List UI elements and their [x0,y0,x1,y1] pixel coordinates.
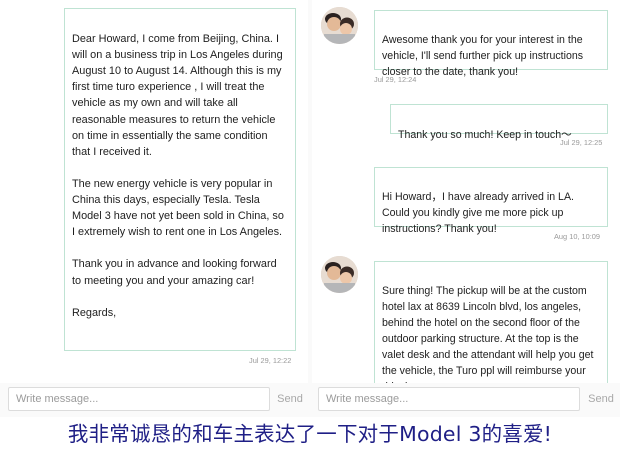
message-composer: Send [0,383,308,417]
message-input[interactable] [8,387,270,411]
send-button[interactable]: Send [276,387,304,411]
message-text: Awesome thank you for your interest in t… [382,34,584,78]
image-caption: 我非常诚恳的和车主表达了一下对于Model 3的喜爱! [0,417,620,461]
message-bubble-outgoing: Dear Howard, I come from Beijing, China.… [64,8,296,351]
message-bubble-outgoing: Thank you so much! Keep in touch～ [390,104,608,141]
message-text: Dear Howard, I come from Beijing, China.… [72,33,284,319]
host-avatar[interactable] [321,256,358,293]
message-text: Sure thing! The pickup will be at the cu… [382,285,594,383]
message-composer: Send [312,383,620,417]
message-bubble-incoming: Awesome thank you for your interest in t… [374,10,608,78]
message-text: Hi Howard，I have already arrived in LA. … [382,191,574,235]
host-avatar-icon [321,256,358,293]
host-avatar-icon [321,7,358,44]
conversation-pane-right: Awesome thank you for your interest in t… [312,0,620,383]
message-timestamp: Jul 29, 12:22 [249,356,292,365]
message-input[interactable] [318,387,580,411]
message-timestamp: Aug 10, 10:09 [554,232,601,241]
host-avatar[interactable] [321,7,358,44]
send-button[interactable]: Send [586,387,616,411]
message-timestamp: Jul 29, 12:24 [374,75,417,84]
conversation-pane-left: Dear Howard, I come from Beijing, China.… [0,0,308,383]
message-text: Thank you so much! Keep in touch～ [398,129,572,141]
message-timestamp: Jul 29, 12:25 [560,138,603,147]
message-bubble-outgoing: Hi Howard，I have already arrived in LA. … [374,167,608,235]
message-bubble-incoming: Sure thing! The pickup will be at the cu… [374,261,608,383]
